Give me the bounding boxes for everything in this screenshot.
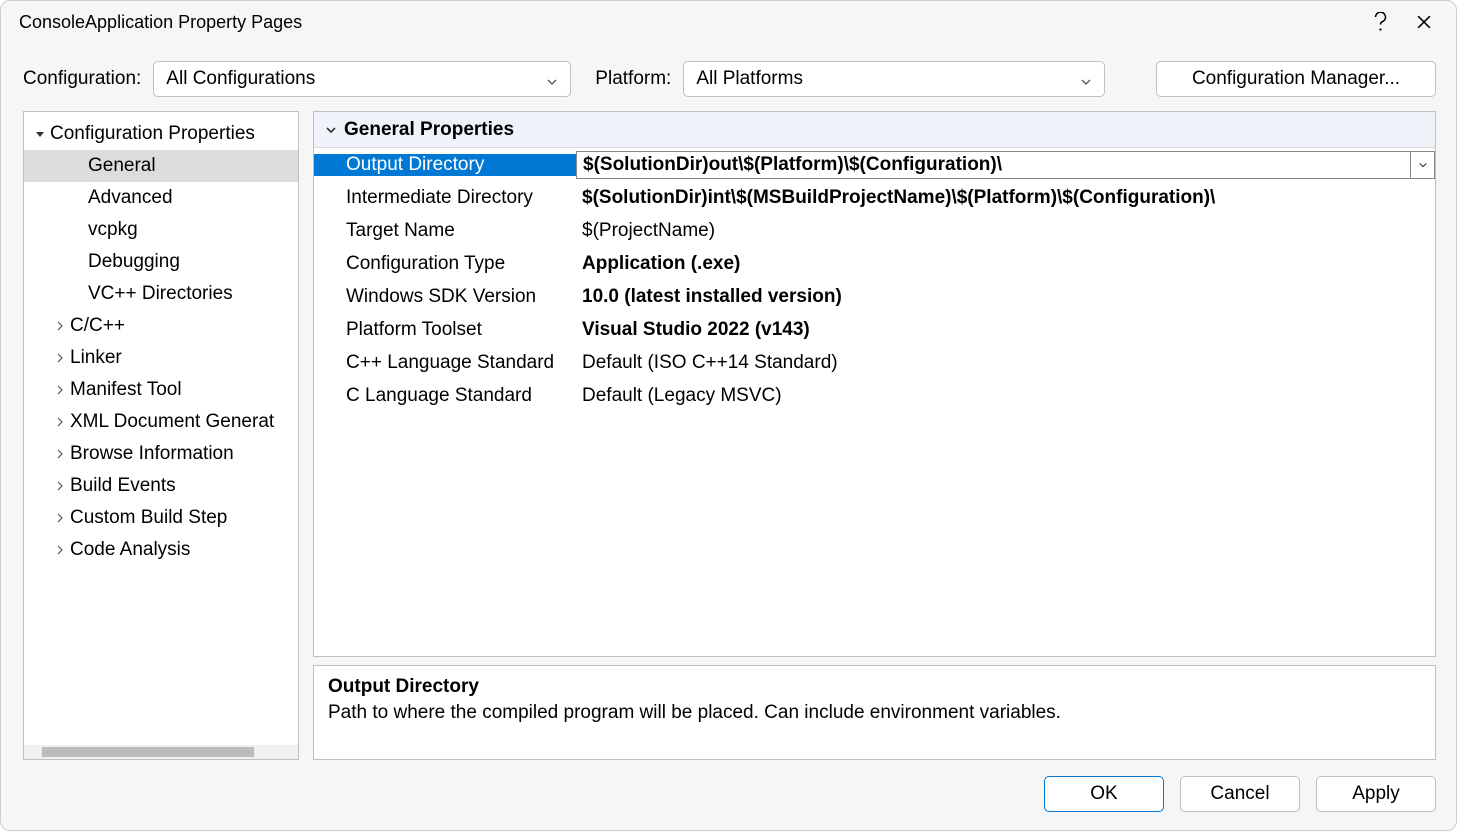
- configuration-label: Configuration:: [23, 68, 141, 90]
- tree-item[interactable]: Manifest Tool: [24, 374, 298, 406]
- configuration-manager-button[interactable]: Configuration Manager...: [1156, 61, 1436, 97]
- property-label: Configuration Type: [314, 253, 576, 275]
- property-value: $(ProjectName): [576, 220, 1435, 242]
- tree-inner: Configuration Properties General Advanced…: [24, 112, 298, 566]
- property-row[interactable]: Windows SDK Version10.0 (latest installe…: [314, 280, 1435, 313]
- chevron-down-icon: [32, 129, 48, 139]
- property-row[interactable]: Platform ToolsetVisual Studio 2022 (v143…: [314, 313, 1435, 346]
- property-value: Visual Studio 2022 (v143): [576, 319, 1435, 341]
- tree-item[interactable]: Advanced: [24, 182, 298, 214]
- titlebar: ConsoleApplication Property Pages: [1, 1, 1456, 43]
- property-label: Intermediate Directory: [314, 187, 576, 209]
- tree-item[interactable]: XML Document Generat: [24, 406, 298, 438]
- tree-item-label: VC++ Directories: [88, 283, 233, 305]
- configuration-dropdown[interactable]: All Configurations: [153, 61, 571, 97]
- property-label: Windows SDK Version: [314, 286, 576, 308]
- property-value-editor[interactable]: $(SolutionDir)out\$(Platform)\$(Configur…: [576, 151, 1435, 179]
- tree-item-label: Debugging: [88, 251, 180, 273]
- tree-item[interactable]: C/C++: [24, 310, 298, 342]
- property-value: $(SolutionDir)out\$(Platform)\$(Configur…: [577, 154, 1410, 176]
- property-row[interactable]: Target Name$(ProjectName): [314, 214, 1435, 247]
- tree-item-label: C/C++: [70, 315, 125, 337]
- platform-label: Platform:: [595, 68, 671, 90]
- description-text: Path to where the compiled program will …: [328, 702, 1421, 724]
- tree-item-label: XML Document Generat: [70, 411, 274, 433]
- bottom-buttons: OK Cancel Apply: [1, 760, 1456, 830]
- tree-item-label: Browse Information: [70, 443, 234, 465]
- tree-item[interactable]: VC++ Directories: [24, 278, 298, 310]
- chevron-right-icon: [52, 353, 68, 363]
- chevron-right-icon: [52, 449, 68, 459]
- tree-pane: Configuration Properties General Advanced…: [23, 111, 299, 760]
- property-value: $(SolutionDir)int\$(MSBuildProjectName)\…: [576, 187, 1435, 209]
- tree-item[interactable]: Code Analysis: [24, 534, 298, 566]
- property-grid: General Properties Output Directory$(Sol…: [313, 111, 1436, 657]
- property-label: Platform Toolset: [314, 319, 576, 341]
- tree-item-label: Custom Build Step: [70, 507, 227, 529]
- property-row[interactable]: C++ Language StandardDefault (ISO C++14 …: [314, 346, 1435, 379]
- property-row[interactable]: C Language StandardDefault (Legacy MSVC): [314, 379, 1435, 412]
- configuration-value: All Configurations: [166, 68, 315, 90]
- ok-button[interactable]: OK: [1044, 776, 1164, 812]
- property-label: Target Name: [314, 220, 576, 242]
- property-value: 10.0 (latest installed version): [576, 286, 1435, 308]
- tree-item-label: General: [88, 155, 156, 177]
- scrollbar-thumb[interactable]: [42, 747, 254, 757]
- tree-item-label: Build Events: [70, 475, 176, 497]
- property-pages-dialog: ConsoleApplication Property Pages Config…: [0, 0, 1457, 831]
- help-icon[interactable]: [1358, 6, 1402, 38]
- tree-item-label: Manifest Tool: [70, 379, 182, 401]
- tree-item-label: Code Analysis: [70, 539, 190, 561]
- tree-item[interactable]: Browse Information: [24, 438, 298, 470]
- horizontal-scrollbar[interactable]: [24, 745, 298, 759]
- chevron-down-icon: [322, 124, 340, 136]
- chevron-down-icon[interactable]: [1410, 152, 1434, 178]
- property-row[interactable]: Output Directory$(SolutionDir)out\$(Plat…: [314, 148, 1435, 181]
- property-label: C++ Language Standard: [314, 352, 576, 374]
- tree-root[interactable]: Configuration Properties: [24, 118, 298, 150]
- configuration-row: Configuration: All Configurations Platfo…: [1, 43, 1456, 111]
- property-value: Default (Legacy MSVC): [576, 385, 1435, 407]
- tree-item-label: Advanced: [88, 187, 173, 209]
- tree-root-label: Configuration Properties: [50, 123, 255, 145]
- tree-item[interactable]: Build Events: [24, 470, 298, 502]
- body-row: Configuration Properties General Advanced…: [1, 111, 1456, 760]
- platform-value: All Platforms: [696, 68, 803, 90]
- apply-button[interactable]: Apply: [1316, 776, 1436, 812]
- chevron-down-icon: [546, 72, 560, 86]
- tree-item-label: Linker: [70, 347, 122, 369]
- cancel-button[interactable]: Cancel: [1180, 776, 1300, 812]
- tree-item[interactable]: Debugging: [24, 246, 298, 278]
- chevron-right-icon: [52, 417, 68, 427]
- right-pane: General Properties Output Directory$(Sol…: [313, 111, 1436, 760]
- tree-item-label: vcpkg: [88, 219, 138, 241]
- group-title: General Properties: [344, 119, 514, 141]
- property-value: Default (ISO C++14 Standard): [576, 352, 1435, 374]
- chevron-right-icon: [52, 513, 68, 523]
- tree-item[interactable]: vcpkg: [24, 214, 298, 246]
- tree-item[interactable]: Custom Build Step: [24, 502, 298, 534]
- tree-item[interactable]: General: [24, 150, 298, 182]
- description-title: Output Directory: [328, 676, 1421, 698]
- close-icon[interactable]: [1402, 6, 1446, 38]
- chevron-right-icon: [52, 321, 68, 331]
- description-pane: Output Directory Path to where the compi…: [313, 665, 1436, 760]
- property-row[interactable]: Intermediate Directory$(SolutionDir)int\…: [314, 181, 1435, 214]
- property-label: Output Directory: [314, 154, 576, 176]
- window-title: ConsoleApplication Property Pages: [19, 12, 1358, 33]
- tree-item[interactable]: Linker: [24, 342, 298, 374]
- platform-dropdown[interactable]: All Platforms: [683, 61, 1105, 97]
- chevron-down-icon: [1080, 72, 1094, 86]
- property-value: Application (.exe): [576, 253, 1435, 275]
- property-row[interactable]: Configuration TypeApplication (.exe): [314, 247, 1435, 280]
- chevron-right-icon: [52, 545, 68, 555]
- property-label: C Language Standard: [314, 385, 576, 407]
- group-header[interactable]: General Properties: [314, 112, 1435, 148]
- chevron-right-icon: [52, 385, 68, 395]
- chevron-right-icon: [52, 481, 68, 491]
